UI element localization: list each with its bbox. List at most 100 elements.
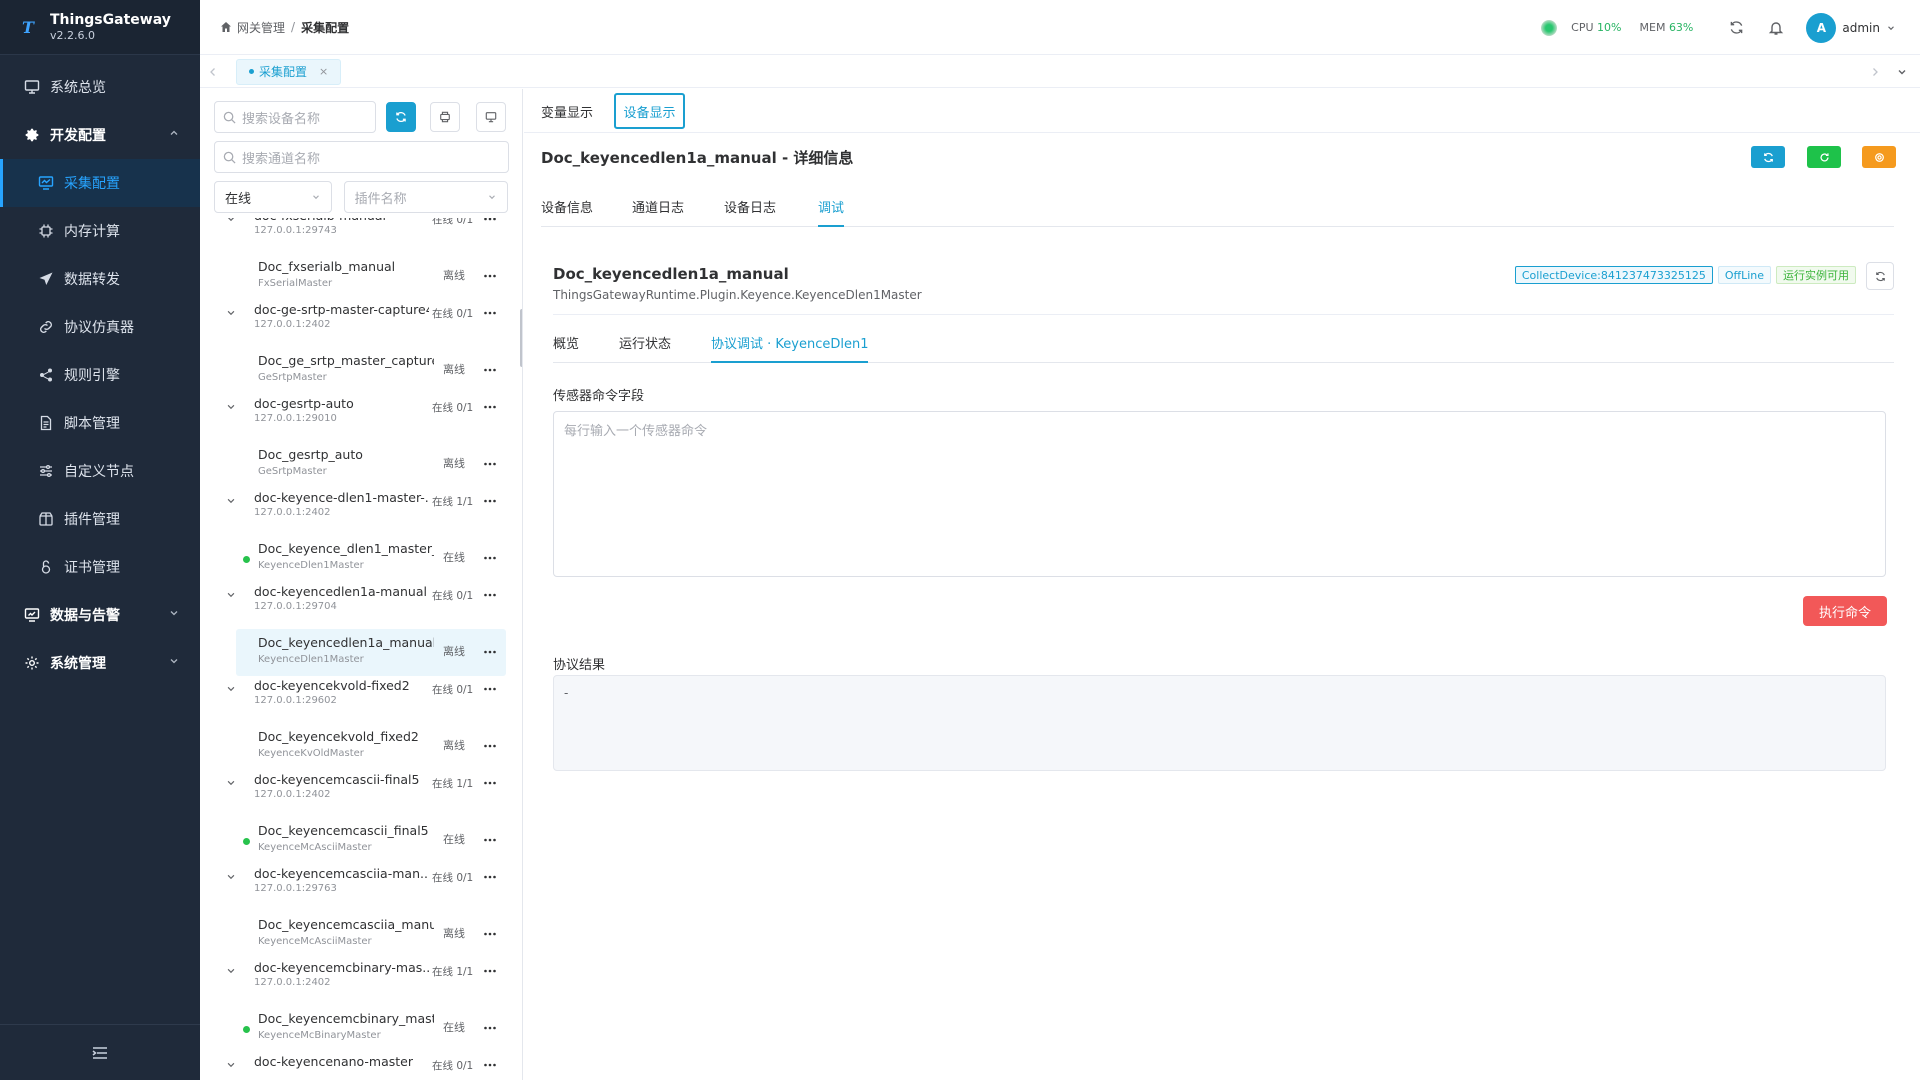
- chevron-down-icon[interactable]: [226, 218, 236, 224]
- device-node[interactable]: Doc_ge_srtp_master_capture4 GeSrtpMaster…: [200, 347, 518, 394]
- chevron-left-icon[interactable]: [208, 66, 218, 78]
- channel-node[interactable]: doc-fxserialb-manual 127.0.0.1:29743 在线 …: [200, 218, 518, 253]
- refresh-device-button[interactable]: [1866, 262, 1894, 290]
- tab-device-display[interactable]: 设备显示: [614, 93, 685, 129]
- sidebar-item-rule-engine[interactable]: 规则引擎: [0, 351, 200, 399]
- user-menu[interactable]: A admin: [1806, 12, 1896, 43]
- more-icon[interactable]: [483, 927, 497, 941]
- channel-node[interactable]: doc-keyencemcascii-final5 127.0.0.1:2402…: [200, 770, 518, 817]
- more-icon[interactable]: [483, 363, 497, 377]
- sidebar-item-script-manage[interactable]: 脚本管理: [0, 399, 200, 447]
- settings-button[interactable]: [1862, 146, 1896, 168]
- sidebar-item-custom-node[interactable]: 自定义节点: [0, 447, 200, 495]
- more-icon[interactable]: [483, 588, 497, 602]
- more-icon[interactable]: [483, 682, 497, 696]
- close-icon[interactable]: ×: [319, 65, 328, 78]
- bell-icon[interactable]: [1768, 20, 1784, 36]
- sidebar-item-plugin-manage[interactable]: 插件管理: [0, 495, 200, 543]
- tab-variable-display[interactable]: 变量显示: [541, 93, 593, 129]
- sidebar-item-collect-config[interactable]: 采集配置: [0, 159, 200, 207]
- chevron-down-icon[interactable]: [226, 402, 236, 412]
- brand[interactable]: T ThingsGateway v2.2.6.0: [0, 0, 200, 55]
- more-icon[interactable]: [483, 870, 497, 884]
- channel-node[interactable]: doc-gesrtp-auto 127.0.0.1:29010 在线 0/1: [200, 394, 518, 441]
- plugin-filter-select[interactable]: 插件名称: [343, 181, 508, 213]
- device-node[interactable]: Doc_fxserialb_manual FxSerialMaster 离线: [200, 253, 518, 300]
- device-node[interactable]: Doc_gesrtp_auto GeSrtpMaster 离线: [200, 441, 518, 488]
- search-device-input[interactable]: 搜索设备名称: [214, 101, 376, 133]
- tab-device-info[interactable]: 设备信息: [541, 197, 593, 227]
- display-button[interactable]: [476, 102, 506, 132]
- more-icon[interactable]: [483, 551, 497, 565]
- search-channel-input[interactable]: 搜索通道名称: [214, 141, 509, 173]
- device-node[interactable]: Doc_keyencekvold_fixed2 KeyenceKvOldMast…: [200, 723, 518, 770]
- more-icon[interactable]: [483, 457, 497, 471]
- device-plugin: KeyenceDlen1Master: [258, 654, 364, 665]
- channel-node[interactable]: doc-keyencenano-master 在线 0/1: [200, 1052, 518, 1080]
- sidebar-item-dev-config[interactable]: 开发配置: [0, 111, 200, 159]
- tab-run-status[interactable]: 运行状态: [619, 333, 671, 363]
- chevron-down-icon[interactable]: [226, 966, 236, 976]
- sidebar-item-data-alarm[interactable]: 数据与告警: [0, 591, 200, 639]
- channel-node[interactable]: doc-keyencemcasciia-man... 127.0.0.1:297…: [200, 864, 518, 911]
- more-icon[interactable]: [483, 776, 497, 790]
- chevron-down-icon[interactable]: [1896, 66, 1908, 78]
- more-icon[interactable]: [483, 218, 497, 226]
- more-icon[interactable]: [483, 739, 497, 753]
- device-node[interactable]: Doc_keyence_dlen1_master_f... KeyenceDle…: [200, 535, 518, 582]
- chevron-down-icon[interactable]: [226, 496, 236, 506]
- channel-node[interactable]: doc-keyencemcbinary-mas... 127.0.0.1:240…: [200, 958, 518, 1005]
- sidebar-item-data-forward[interactable]: 数据转发: [0, 255, 200, 303]
- refresh-tree-button[interactable]: [386, 102, 416, 132]
- sidebar-item-protocol-simulator[interactable]: 协议仿真器: [0, 303, 200, 351]
- sidebar-item-cert-manage[interactable]: 证书管理: [0, 543, 200, 591]
- more-icon[interactable]: [483, 833, 497, 847]
- tab-protocol-debug[interactable]: 协议调试 · KeyenceDlen1: [711, 333, 869, 363]
- refresh-button[interactable]: [1751, 146, 1785, 168]
- document-icon: [36, 415, 56, 431]
- more-icon[interactable]: [483, 964, 497, 978]
- channel-node[interactable]: doc-ge-srtp-master-capture4 127.0.0.1:24…: [200, 300, 518, 347]
- channel-node[interactable]: doc-keyencekvold-fixed2 127.0.0.1:29602 …: [200, 676, 518, 723]
- channel-node[interactable]: doc-keyencedlen1a-manual 127.0.0.1:29704…: [200, 582, 518, 629]
- restart-button[interactable]: [1807, 146, 1841, 168]
- more-icon[interactable]: [483, 1058, 497, 1072]
- execute-command-button[interactable]: 执行命令: [1803, 596, 1887, 626]
- device-node[interactable]: Doc_keyencemcasciia_manual KeyenceMcAsci…: [200, 911, 518, 958]
- chevron-down-icon[interactable]: [226, 684, 236, 694]
- device-node[interactable]: Doc_keyencemcascii_final5 KeyenceMcAscii…: [200, 817, 518, 864]
- device-node-selected[interactable]: Doc_keyencedlen1a_manual KeyenceDlen1Mas…: [236, 629, 506, 676]
- sensor-command-textarea[interactable]: 每行输入一个传感器命令: [553, 411, 1886, 577]
- channel-node[interactable]: doc-keyence-dlen1-master-... 127.0.0.1:2…: [200, 488, 518, 535]
- sidebar-collapse-button[interactable]: [0, 1024, 200, 1080]
- chevron-down-icon[interactable]: [226, 308, 236, 318]
- more-icon[interactable]: [483, 645, 497, 659]
- tab-debug[interactable]: 调试: [818, 197, 845, 227]
- sidebar-item-memory-compute[interactable]: 内存计算: [0, 207, 200, 255]
- tab-channel-log[interactable]: 通道日志: [632, 197, 684, 227]
- tab-device-log[interactable]: 设备日志: [724, 197, 776, 227]
- sidebar-item-system-manage[interactable]: 系统管理: [0, 639, 200, 687]
- status-filter-select[interactable]: 在线: [214, 181, 332, 213]
- chevron-down-icon[interactable]: [226, 1060, 236, 1070]
- device-id-badge: CollectDevice:841237473325125: [1514, 266, 1713, 284]
- chevron-down-icon[interactable]: [226, 590, 236, 600]
- tree-scrollbar[interactable]: [520, 309, 522, 367]
- more-icon[interactable]: [483, 1021, 497, 1035]
- more-icon[interactable]: [483, 306, 497, 320]
- page-tab-collect-config[interactable]: 采集配置 ×: [236, 58, 342, 85]
- export-button[interactable]: [430, 102, 460, 132]
- gear-icon: [1874, 152, 1884, 162]
- device-node[interactable]: Doc_keyencemcbinary_master KeyenceMcBina…: [200, 1005, 518, 1052]
- breadcrumb-root[interactable]: 网关管理: [237, 19, 285, 36]
- more-icon[interactable]: [483, 494, 497, 508]
- more-icon[interactable]: [483, 269, 497, 283]
- tab-overview[interactable]: 概览: [553, 333, 579, 363]
- more-icon[interactable]: [483, 400, 497, 414]
- refresh-icon[interactable]: [1729, 20, 1744, 35]
- channel-title: doc-keyence-dlen1-master-...: [254, 490, 429, 505]
- chevron-right-icon[interactable]: [1870, 66, 1880, 78]
- chevron-down-icon[interactable]: [226, 778, 236, 788]
- sidebar-item-overview[interactable]: 系统总览: [0, 63, 200, 111]
- chevron-down-icon[interactable]: [226, 872, 236, 882]
